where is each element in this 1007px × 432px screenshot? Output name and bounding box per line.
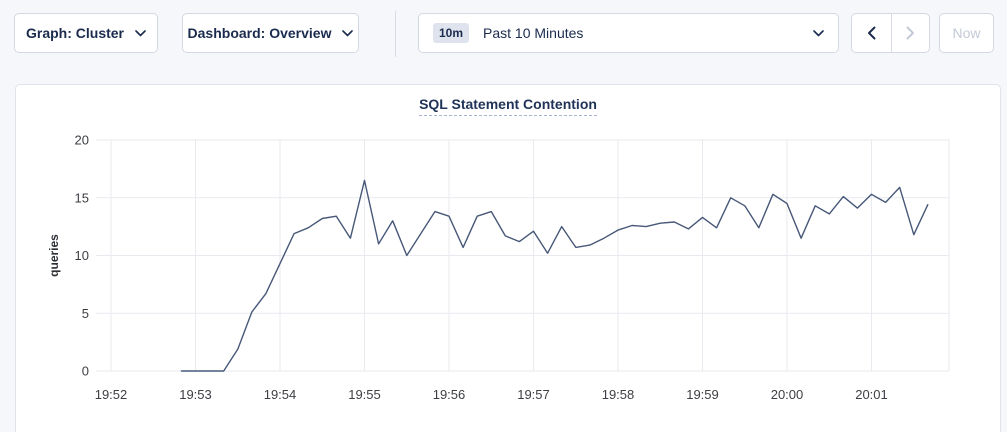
svg-text:19:58: 19:58: [602, 387, 635, 402]
chevron-down-icon: [342, 30, 353, 37]
graph-dropdown-label: Graph: Cluster: [26, 25, 124, 41]
svg-text:20:01: 20:01: [855, 387, 888, 402]
svg-text:15: 15: [75, 190, 89, 205]
now-button-label: Now: [952, 25, 980, 41]
svg-text:19:55: 19:55: [348, 387, 381, 402]
svg-text:20: 20: [75, 133, 89, 148]
dashboard-dropdown[interactable]: Dashboard: Overview: [182, 13, 359, 53]
svg-text:19:57: 19:57: [517, 387, 550, 402]
svg-text:19:56: 19:56: [433, 387, 466, 402]
contention-chart[interactable]: 0 5 10 15 20 19:52 19:53 19:54 19:55 19:56 19:57 19…: [16, 114, 1000, 414]
svg-text:19:54: 19:54: [264, 387, 297, 402]
previous-time-window-button[interactable]: [852, 14, 891, 52]
chevron-down-icon: [813, 30, 824, 37]
svg-text:5: 5: [82, 306, 89, 321]
time-range-selector[interactable]: 10m Past 10 Minutes: [418, 13, 839, 53]
time-range-label: Past 10 Minutes: [483, 25, 583, 41]
svg-text:queries: queries: [47, 234, 61, 277]
svg-text:19:59: 19:59: [686, 387, 719, 402]
time-step-buttons: [851, 13, 930, 53]
chart-title-row: SQL Statement Contention: [16, 85, 1000, 113]
chevron-down-icon: [135, 30, 146, 37]
svg-text:0: 0: [82, 364, 89, 379]
graph-dropdown[interactable]: Graph: Cluster: [14, 13, 158, 53]
time-window-badge: 10m: [433, 23, 469, 43]
now-button[interactable]: Now: [939, 13, 994, 53]
svg-text:19:52: 19:52: [95, 387, 128, 402]
svg-text:10: 10: [75, 248, 89, 263]
chevron-right-icon: [906, 26, 915, 40]
chart-title[interactable]: SQL Statement Contention: [419, 96, 597, 116]
chart-card: SQL Statement Contention 0 5 10 15 20 19:52 19…: [15, 84, 1001, 432]
svg-text:19:53: 19:53: [179, 387, 212, 402]
svg-text:20:00: 20:00: [771, 387, 804, 402]
toolbar-divider: [395, 11, 396, 57]
chevron-left-icon: [867, 26, 876, 40]
next-time-window-button[interactable]: [891, 14, 930, 52]
dashboard-dropdown-label: Dashboard: Overview: [188, 25, 332, 41]
